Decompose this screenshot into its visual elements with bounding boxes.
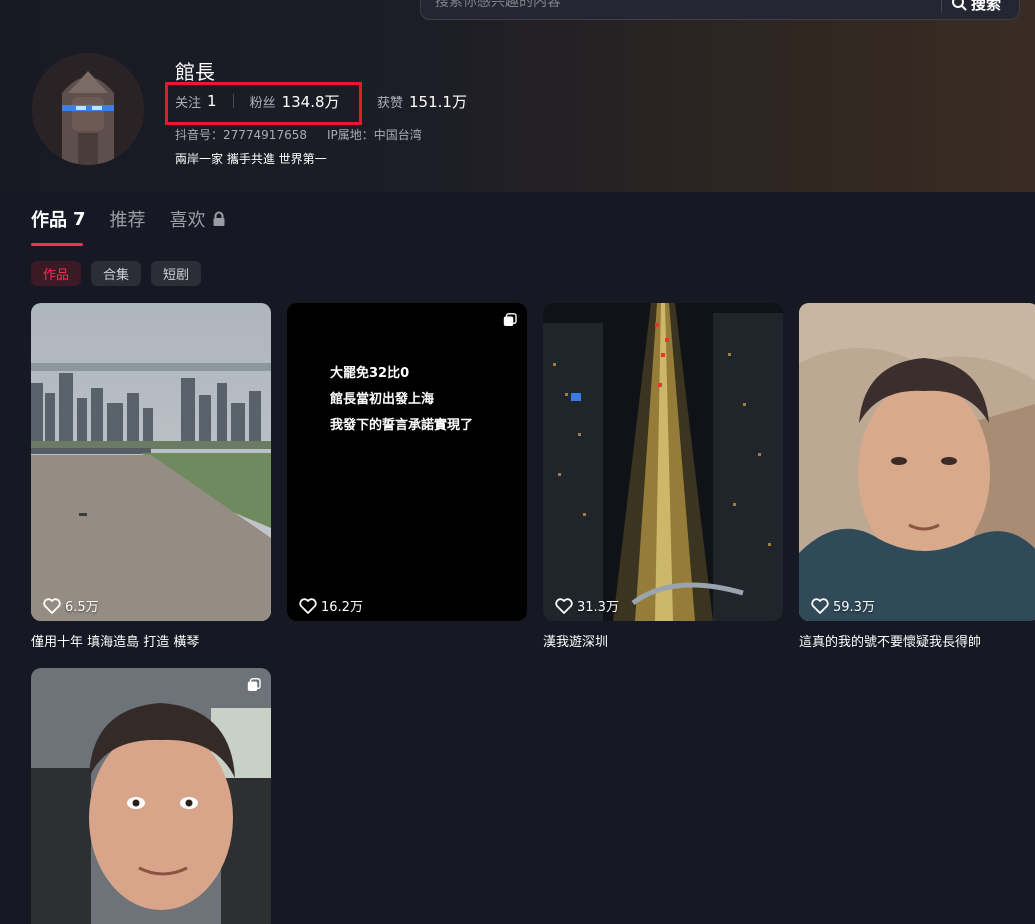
like-count: 59.3万 [833, 600, 875, 615]
profile-header-background [0, 0, 1035, 192]
tab-works[interactable]: 作品 7 [31, 205, 86, 246]
overlay-line: 大罷免32比0 [330, 366, 410, 381]
heart-icon [299, 597, 317, 614]
video-caption[interactable]: 漢我遊深圳 [543, 631, 783, 649]
video-thumbnail-image [543, 303, 783, 621]
active-tab-indicator [31, 243, 83, 246]
video-thumbnail[interactable]: 31.3万 [543, 303, 783, 621]
lock-icon [213, 211, 225, 226]
chip-works[interactable]: 作品 [31, 261, 82, 286]
video-overlay-text: 大罷免32比0 館長當初出發上海 我發下的誓言承諾實現了 [330, 361, 473, 439]
heart-icon [811, 597, 829, 614]
heart-icon [555, 597, 573, 614]
like-count-overlay: 6.5万 [43, 596, 99, 615]
likes-stat: 获赞 151.1万 [377, 90, 467, 112]
likes-label: 获赞 [377, 95, 404, 111]
chip-collections[interactable]: 合集 [91, 261, 142, 286]
like-count-overlay: 31.3万 [555, 596, 619, 615]
video-caption[interactable]: 僅用十年 填海造島 打造 橫琴 [31, 631, 271, 649]
profile-tabs: 作品 7 推荐 喜欢 [31, 205, 226, 246]
tab-likes[interactable]: 喜欢 [170, 205, 226, 233]
tab-recommended[interactable]: 推荐 [110, 205, 146, 233]
video-thumbnail-image [31, 303, 271, 621]
video-thumbnail-image [31, 668, 271, 924]
annotation-highlight-box [165, 82, 362, 125]
search-divider [941, 0, 942, 13]
overlay-line: 館長當初出發上海 [330, 392, 435, 407]
video-thumbnail-image [799, 303, 1035, 621]
search-button-label: 搜索 [971, 0, 1002, 13]
video-card[interactable]: 31.3万 漢我遊深圳 [543, 303, 783, 649]
heart-icon [43, 597, 61, 614]
video-thumbnail[interactable]: 大罷免32比0 館長當初出發上海 我發下的誓言承諾實現了 16.2万 [287, 303, 527, 621]
video-thumbnail[interactable] [31, 668, 271, 924]
likes-count: 151.1万 [409, 92, 467, 111]
search-icon [952, 0, 967, 11]
profile-name: 館長 [175, 60, 215, 84]
video-card[interactable]: 59.3万 這真的我的號不要懷疑我長得帥 [799, 303, 1035, 649]
like-count: 31.3万 [577, 600, 619, 615]
profile-meta: 抖音号：27774917658 IP属地：中国台湾 [175, 126, 422, 143]
video-caption[interactable] [287, 631, 527, 649]
like-count-overlay: 16.2万 [299, 596, 363, 615]
ip-location: IP属地：中国台湾 [326, 128, 422, 142]
profile-bio: 兩岸一家 攜手共進 世界第一 [175, 152, 327, 166]
search-button[interactable]: 搜索 [951, 0, 1001, 17]
video-thumbnail[interactable]: 59.3万 [799, 303, 1035, 621]
video-caption[interactable]: 這真的我的號不要懷疑我長得帥 [799, 631, 1035, 649]
video-thumbnail[interactable]: 6.5万 [31, 303, 271, 621]
tab-likes-label: 喜欢 [169, 210, 206, 231]
multi-image-icon [247, 678, 261, 691]
search-input[interactable]: 搜索你感兴趣的内容 [435, 0, 561, 11]
multi-image-icon [503, 313, 517, 326]
like-count: 6.5万 [65, 600, 99, 615]
chip-short-dramas[interactable]: 短剧 [151, 261, 202, 286]
like-count: 16.2万 [321, 600, 363, 615]
like-count-overlay: 59.3万 [811, 596, 875, 615]
avatar-image [32, 53, 144, 165]
video-card[interactable] [31, 668, 271, 924]
tab-recommended-label: 推荐 [109, 210, 146, 231]
video-card[interactable]: 6.5万 僅用十年 填海造島 打造 橫琴 [31, 303, 271, 649]
content-filter-chips: 作品 合集 短剧 [31, 261, 202, 286]
tab-works-count: 7 [73, 208, 86, 230]
tab-works-label: 作品 [31, 210, 67, 231]
overlay-line: 我發下的誓言承諾實現了 [330, 418, 474, 433]
video-card[interactable]: 大罷免32比0 館長當初出發上海 我發下的誓言承諾實現了 16.2万 [287, 303, 527, 649]
avatar[interactable] [32, 53, 144, 165]
douyin-id: 抖音号：27774917658 [175, 128, 307, 142]
search-bar[interactable]: 搜索你感兴趣的内容 搜索 [420, 0, 1020, 20]
